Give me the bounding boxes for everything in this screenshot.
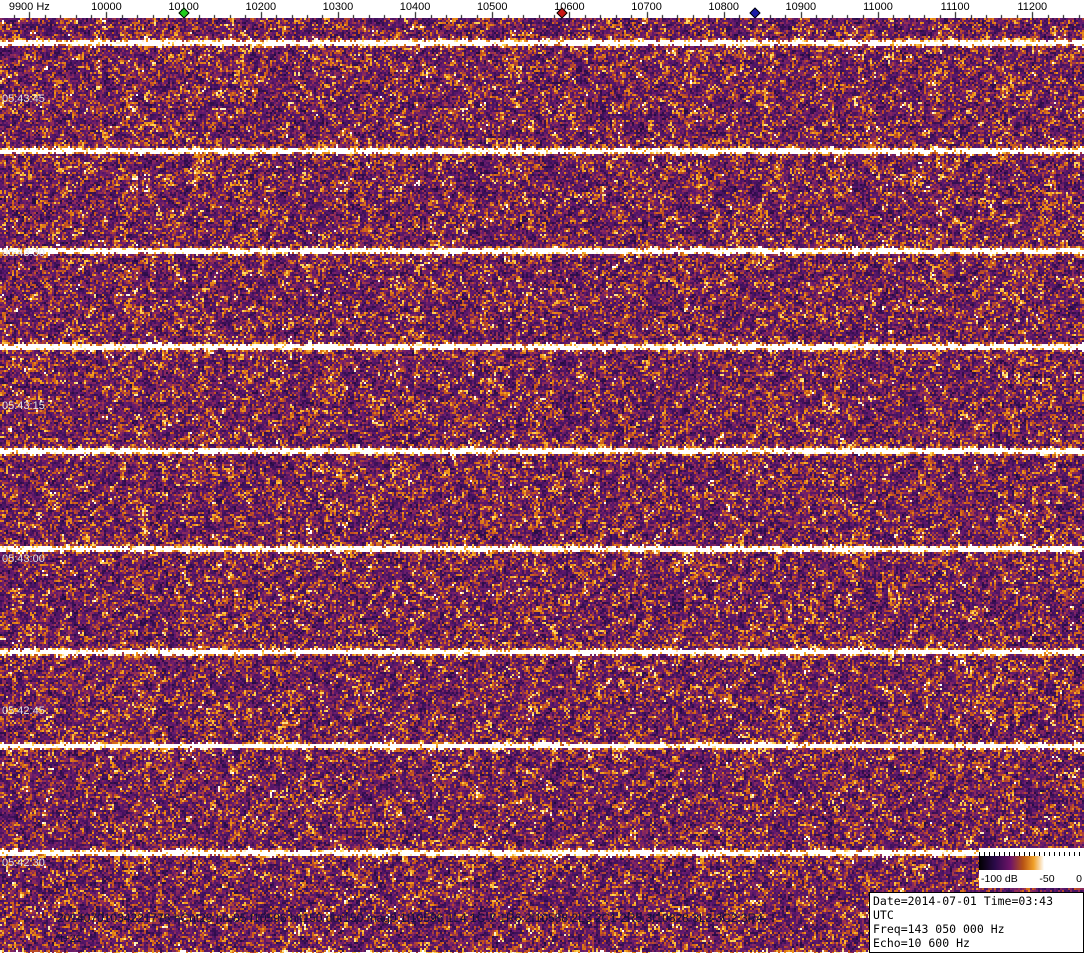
info-line-date: Date=2014-07-01 Time=03:43 UTC (873, 894, 1054, 922)
legend-label-max: 0 (1076, 873, 1082, 885)
marker-blue[interactable] (748, 7, 761, 19)
info-line-freq: Freq=143 050 000 Hz (873, 922, 1005, 936)
spectrogram-app: 9900 Hz100001010010200103001040010500106… (0, 0, 1084, 953)
observation-info-box: Date=2014-07-01 Time=03:43 UTC Freq=143 … (869, 892, 1084, 953)
legend-labels: -100 dB -50 0 (979, 870, 1084, 888)
marker-green[interactable] (177, 7, 190, 19)
footer-annotation: ^t+21 (55, 933, 82, 945)
event-annotation: 20140701034221776 hCnt28 nb-85 f10596 hi… (57, 911, 763, 925)
legend-gradient-bar (979, 856, 1084, 870)
legend-label-mid: -50 (1039, 873, 1055, 885)
legend-tick-ruler (979, 848, 1084, 856)
intensity-legend: -100 dB -50 0 (979, 848, 1084, 888)
ruler-markers (0, 0, 1084, 19)
spectrogram-canvas (0, 18, 1084, 953)
frequency-ruler: 9900 Hz100001010010200103001040010500106… (0, 0, 1084, 19)
legend-label-min: -100 dB (981, 873, 1018, 885)
info-line-echo: Echo=10 600 Hz (873, 936, 970, 950)
marker-red[interactable] (556, 7, 568, 19)
